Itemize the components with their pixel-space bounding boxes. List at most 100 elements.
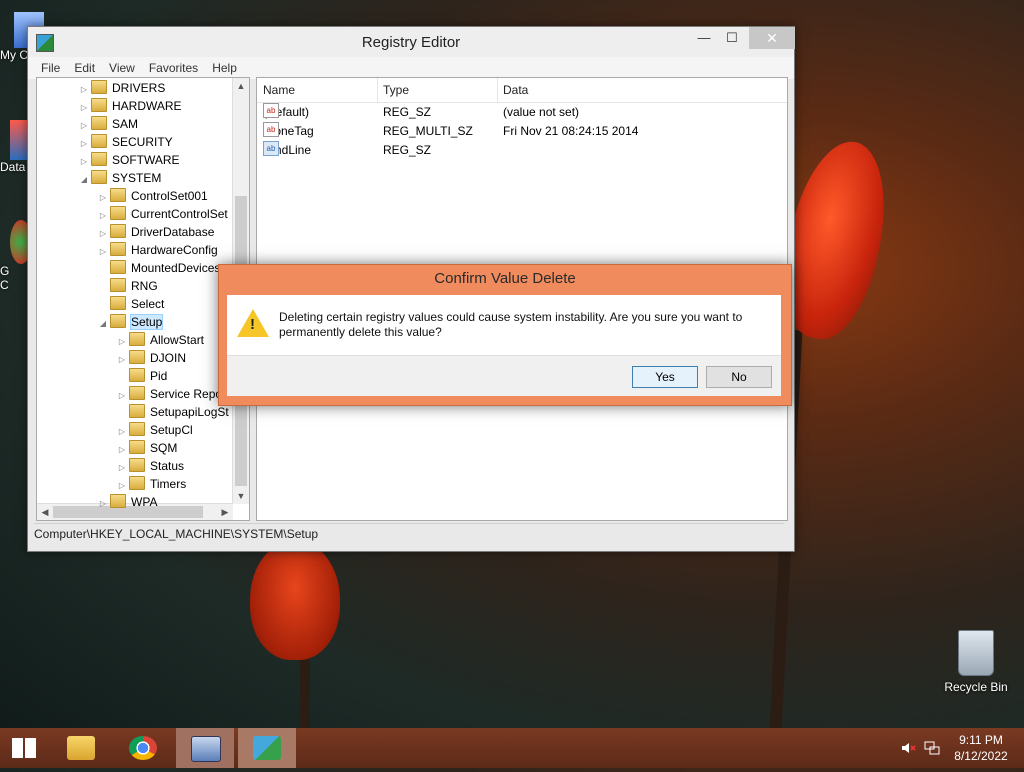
list-rows: ab (Default) REG_SZ (value not set) ab CloneT… xyxy=(257,103,787,160)
tree-node-label[interactable]: Select xyxy=(131,297,164,311)
value-row[interactable]: ab CloneTag REG_MULTI_SZ Fri Nov 21 08:24:1… xyxy=(257,122,787,141)
tree-node[interactable]: Pid xyxy=(115,367,167,385)
tree-node-label[interactable]: SYSTEM xyxy=(112,171,161,185)
dialog-title[interactable]: Confirm Value Delete xyxy=(219,265,791,293)
scroll-left-icon[interactable]: ◀ xyxy=(37,504,53,520)
tree-node[interactable]: ▷ HARDWARE xyxy=(77,97,182,115)
tree-expander-icon[interactable]: ◢ xyxy=(77,171,91,189)
tree-node-label[interactable]: Status xyxy=(150,459,184,473)
taskbar-performance-monitor[interactable] xyxy=(176,728,234,768)
folder-icon xyxy=(129,422,145,436)
tree-node[interactable]: ▷ WPA xyxy=(96,493,157,511)
tree-expander-icon[interactable]: ▷ xyxy=(96,495,110,513)
tree-node[interactable]: ◢ Setup xyxy=(96,313,164,333)
tree-node-label[interactable]: SECURITY xyxy=(112,135,173,149)
desktop-icon-recycle-bin[interactable]: Recycle Bin xyxy=(940,630,1012,694)
tree-node-label[interactable]: Pid xyxy=(150,369,167,383)
menu-edit[interactable]: Edit xyxy=(67,57,102,79)
scroll-down-icon[interactable]: ▼ xyxy=(233,488,249,504)
column-header-name[interactable]: Name xyxy=(257,78,378,102)
scroll-right-icon[interactable]: ▶ xyxy=(217,504,233,520)
value-row[interactable]: ab (Default) REG_SZ (value not set) xyxy=(257,103,787,122)
tree-node-label[interactable]: ControlSet001 xyxy=(131,189,208,203)
tree-node[interactable]: MountedDevices xyxy=(96,259,220,277)
dialog-message: Deleting certain registry values could c… xyxy=(279,310,743,339)
menu-favorites[interactable]: Favorites xyxy=(142,57,205,79)
column-header-type[interactable]: Type xyxy=(377,78,498,102)
tree-expander-icon[interactable]: ◢ xyxy=(96,315,110,333)
tree-node[interactable]: ▷ Status xyxy=(115,457,184,475)
dialog-button-bar: Yes No xyxy=(227,355,781,396)
tree-node-label[interactable]: CurrentControlSet xyxy=(131,207,228,221)
system-clock[interactable]: 9:11 PM 8/12/2022 xyxy=(946,732,1016,772)
value-type: REG_MULTI_SZ xyxy=(383,124,473,138)
confirm-value-delete-dialog: Confirm Value Delete ! Deleting certain … xyxy=(218,264,792,406)
close-button[interactable]: ✕ xyxy=(749,27,795,49)
maximize-button[interactable]: ☐ xyxy=(718,27,746,49)
minimize-button[interactable]: — xyxy=(690,27,718,49)
no-button[interactable]: No xyxy=(706,366,772,388)
tree-node[interactable]: ▷ AllowStart xyxy=(115,331,204,349)
tree-node-label[interactable]: SOFTWARE xyxy=(112,153,180,167)
tree-node[interactable]: ▷ DRIVERS xyxy=(77,79,165,97)
tree-node-label[interactable]: RNG xyxy=(131,279,158,293)
menu-help[interactable]: Help xyxy=(205,57,244,79)
folder-icon xyxy=(110,278,126,292)
tree-node-label[interactable]: SetupapiLogSt xyxy=(150,405,229,419)
value-row[interactable]: ab CmdLine REG_SZ xyxy=(257,141,787,160)
tree-node-label[interactable]: Setup xyxy=(129,314,164,330)
volume-muted-icon[interactable] xyxy=(900,740,916,756)
tree-node-label[interactable]: SQM xyxy=(150,441,177,455)
tree-node-label[interactable]: HardwareConfig xyxy=(131,243,218,257)
folder-icon xyxy=(110,494,126,508)
start-button[interactable] xyxy=(0,728,48,768)
tree-node[interactable]: RNG xyxy=(96,277,158,295)
taskbar-registry-editor[interactable] xyxy=(238,728,296,768)
tree-node[interactable]: ▷ DriverDatabase xyxy=(96,223,214,241)
chrome-icon xyxy=(129,736,157,760)
tree-node[interactable]: ▷ ControlSet001 xyxy=(96,187,208,205)
tree-node[interactable]: ▷ HardwareConfig xyxy=(96,241,218,259)
tree-node[interactable]: ▷ SOFTWARE xyxy=(77,151,180,169)
tree-node-label[interactable]: AllowStart xyxy=(150,333,204,347)
tree-node-label[interactable]: DriverDatabase xyxy=(131,225,214,239)
tree-node[interactable]: SetupapiLogSt xyxy=(115,403,229,421)
tree-node-label[interactable]: Service Repo xyxy=(150,387,222,401)
tree-node-label[interactable]: SetupCl xyxy=(150,423,193,437)
recycle-bin-label: Recycle Bin xyxy=(944,680,1008,694)
taskbar-chrome[interactable] xyxy=(114,728,172,768)
value-type: REG_SZ xyxy=(383,143,432,157)
menu-view[interactable]: View xyxy=(102,57,142,79)
tree-node[interactable]: ▷ Timers xyxy=(115,475,186,493)
tree-node-label[interactable]: DRIVERS xyxy=(112,81,165,95)
desktop-icon-data[interactable]: Data xyxy=(0,120,28,174)
tree-node-label[interactable]: SAM xyxy=(112,117,138,131)
tree-node[interactable]: ▷ Service Repo xyxy=(115,385,222,403)
tree-node[interactable]: ▷ SECURITY xyxy=(77,133,173,151)
yes-button[interactable]: Yes xyxy=(632,366,698,388)
tree-node-label[interactable]: DJOIN xyxy=(150,351,186,365)
menu-file[interactable]: File xyxy=(34,57,67,79)
status-bar-path: Computer\HKEY_LOCAL_MACHINE\SYSTEM\Setup xyxy=(34,523,784,544)
title-bar[interactable]: Registry Editor — ☐ ✕ xyxy=(28,27,795,57)
tree-node[interactable]: ▷ SetupCl xyxy=(115,421,193,439)
tree-node[interactable]: ▷ CurrentControlSet xyxy=(96,205,228,223)
tree-node-label[interactable]: MountedDevices xyxy=(131,261,220,275)
tree-node-label[interactable]: WPA xyxy=(131,495,157,509)
tree-node[interactable]: ▷ SAM xyxy=(77,115,138,133)
tree-node[interactable]: ◢ SYSTEM xyxy=(77,169,161,187)
folder-icon xyxy=(91,98,107,112)
taskbar-file-explorer[interactable] xyxy=(52,728,110,768)
clock-date: 8/12/2022 xyxy=(954,749,1008,763)
tree-node[interactable]: Select xyxy=(96,295,164,313)
tree-node[interactable]: ▷ SQM xyxy=(115,439,177,457)
folder-icon xyxy=(110,242,126,256)
scroll-up-icon[interactable]: ▲ xyxy=(233,78,249,94)
tree-node-label[interactable]: Timers xyxy=(150,477,186,491)
taskbar: 9:11 PM 8/12/2022 xyxy=(0,728,1024,768)
tree-node[interactable]: ▷ DJOIN xyxy=(115,349,186,367)
column-header-data[interactable]: Data xyxy=(497,78,783,102)
window-title: Registry Editor xyxy=(361,34,461,51)
tree-node-label[interactable]: HARDWARE xyxy=(112,99,182,113)
network-icon[interactable] xyxy=(924,740,940,756)
